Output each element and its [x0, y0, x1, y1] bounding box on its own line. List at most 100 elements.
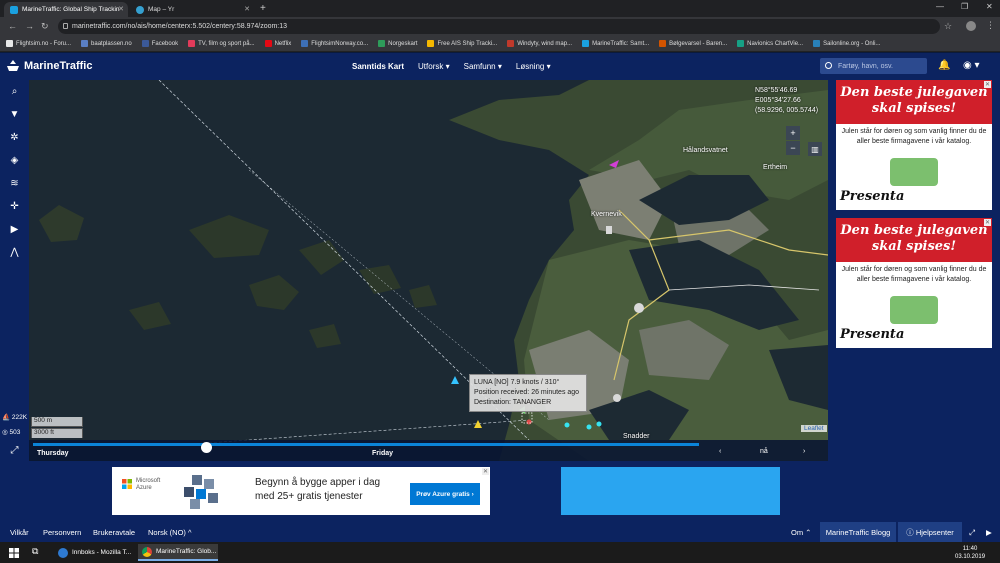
play-icon[interactable]: ▶: [986, 528, 992, 537]
taskbar-chrome[interactable]: MarineTraffic: Glob...: [138, 544, 218, 561]
footer-help-button[interactable]: ⓘ Hjelpsenter: [898, 522, 962, 542]
footer-about-menu[interactable]: Om ⌃: [791, 528, 811, 537]
bookmark-item[interactable]: Norgeskart: [378, 40, 417, 47]
lighthouse-icon[interactable]: [606, 226, 612, 234]
route-icon[interactable]: ⋀: [0, 241, 29, 263]
scale-metric: 500 m: [31, 417, 83, 427]
url-field[interactable]: marinetraffic.com/no/ais/home/centerx:5.…: [58, 19, 940, 34]
bookmarks-bar: Flightsim.no - Foru... baatplassen.no Face…: [0, 36, 1000, 52]
minimize-icon[interactable]: —: [936, 2, 944, 11]
ad-close-icon[interactable]: ✕: [481, 468, 489, 475]
bookmark-star-icon[interactable]: ☆: [944, 21, 952, 32]
weather-icon[interactable]: ≋: [0, 172, 29, 194]
vessel-marker[interactable]: [526, 419, 532, 425]
port-icon[interactable]: [634, 303, 644, 313]
forward-arrow-icon[interactable]: →: [25, 21, 34, 31]
bookmark-item[interactable]: Windyty, wind map...: [507, 40, 572, 47]
footer-blog-button[interactable]: MarineTraffic Blogg: [820, 522, 896, 542]
vessel-marker[interactable]: [596, 421, 602, 427]
vessel-extra-count: ◎ 503: [2, 429, 21, 436]
timeline-now-button[interactable]: nå: [760, 448, 768, 455]
close-tab-icon[interactable]: ✕: [244, 5, 250, 13]
reload-icon[interactable]: ↻: [41, 21, 49, 32]
place-label: Kvernevik: [591, 211, 622, 218]
fullscreen-icon[interactable]: ⤢: [0, 441, 29, 459]
vessel-search-input[interactable]: Fartøy, havn, osv.: [820, 58, 927, 74]
footer-user-agreement-link[interactable]: Brukeravtale: [93, 528, 135, 537]
filter-icon[interactable]: ▼: [0, 103, 29, 125]
windows-start-icon[interactable]: [9, 548, 19, 558]
azure-ad-text: Begynn å bygge apper i dag med 25+ grati…: [255, 477, 381, 502]
port-icon[interactable]: [613, 394, 621, 402]
system-clock[interactable]: 11:40 03.10.2019: [955, 545, 985, 561]
back-arrow-icon[interactable]: ←: [8, 21, 17, 31]
windows-taskbar: ⧉ Innboks - Mozilla T... MarineTraffic: …: [0, 542, 1000, 563]
new-tab-icon[interactable]: +: [260, 3, 266, 14]
vessel-marker[interactable]: [586, 424, 592, 430]
marinetraffic-footer: Vilkår Personvern Brukeravtale Norsk (NO…: [0, 522, 1000, 542]
tab-marinetraffic[interactable]: MarineTraffic: Global Ship Trackin ✕: [4, 2, 128, 17]
close-window-icon[interactable]: ✕: [986, 2, 993, 11]
zoom-out-button[interactable]: −: [786, 141, 800, 155]
close-tab-icon[interactable]: ✕: [118, 5, 124, 13]
tooltip-vessel-name: LUNA [NO] 7.9 knots / 310°: [474, 379, 560, 386]
timeline-slider-handle[interactable]: [201, 442, 213, 453]
timeline-next-icon[interactable]: ›: [803, 448, 805, 455]
tooltip-destination: Destination: TANANGER: [474, 399, 552, 406]
bookmark-item[interactable]: MarineTraffic: Samt...: [582, 40, 649, 47]
fleets-icon[interactable]: ✲: [0, 126, 29, 148]
zoom-in-button[interactable]: +: [786, 126, 800, 140]
coord-decimal: (58.9296, 005.5744): [755, 107, 819, 114]
bookmark-item[interactable]: baatplassen.no: [81, 40, 132, 47]
tooltip-position-age: Position received: 26 minutes ago: [474, 389, 580, 396]
bookmark-item[interactable]: FlightsimNorway.co...: [301, 40, 368, 47]
menu-dots-icon[interactable]: ⋮: [986, 20, 995, 31]
azure-cta-button[interactable]: Prøv Azure gratis ›: [410, 483, 480, 505]
vessel-marker[interactable]: [564, 422, 570, 428]
bookmark-item[interactable]: Netflix: [264, 40, 291, 47]
bookmark-item[interactable]: Flightsim.no - Foru...: [6, 40, 71, 47]
task-view-icon[interactable]: ⧉: [32, 546, 38, 557]
leaflet-attribution[interactable]: Leaflet: [801, 425, 827, 432]
search-tool-icon[interactable]: ⌕: [0, 80, 29, 102]
nav-solutions[interactable]: Løsning ▾: [516, 62, 551, 71]
share-icon[interactable]: ⤢: [969, 528, 975, 538]
nav-community[interactable]: Samfunn ▾: [464, 62, 502, 71]
footer-language-select[interactable]: Norsk (NO) ^: [148, 528, 192, 537]
map-view[interactable]: N58°55'46.69 E005°34'27.66 (58.9296, 005…: [29, 80, 828, 461]
gift-basket-image: [890, 296, 938, 324]
search-icon: [825, 62, 832, 69]
ad-close-icon[interactable]: ✕: [983, 219, 991, 226]
bookmark-item[interactable]: Sailonline.org - Onli...: [813, 40, 880, 47]
bookmark-item[interactable]: Bølgevarsel - Baren...: [659, 40, 727, 47]
tab-yr-map[interactable]: Map – Yr ✕: [130, 2, 254, 17]
bookmark-item[interactable]: Facebook: [141, 40, 178, 47]
layers-icon[interactable]: ◈: [0, 149, 29, 171]
timeline-day-label: Thursday: [37, 450, 69, 457]
footer-terms-link[interactable]: Vilkår: [10, 528, 29, 537]
maximize-icon[interactable]: ❐: [961, 2, 968, 11]
blank-ad-slot[interactable]: [561, 467, 780, 515]
profile-avatar-icon[interactable]: [966, 21, 976, 31]
bookmark-item[interactable]: Free AIS Ship Tracki...: [427, 40, 497, 47]
marinetraffic-logo[interactable]: MarineTraffic: [6, 59, 92, 73]
timeline-prev-icon[interactable]: ‹: [719, 448, 721, 455]
presenta-ad[interactable]: Den beste julegaven skal spises! Julen s…: [836, 218, 992, 348]
taskbar-thunderbird[interactable]: Innboks - Mozilla T...: [54, 544, 134, 561]
azure-ad[interactable]: Microsoft Azure Begynn å bygge apper i d…: [112, 467, 490, 515]
marinetraffic-header: MarineTraffic Sanntids Kart Utforsk ▾ Sa…: [0, 53, 1000, 80]
ad-close-icon[interactable]: ✕: [983, 81, 991, 88]
presenta-ad[interactable]: Den beste julegaven skal spises! Julen s…: [836, 80, 992, 210]
ad-column: Den beste julegaven skal spises! Julen s…: [828, 80, 1000, 461]
nav-explore[interactable]: Utforsk ▾: [418, 62, 450, 71]
nav-live-map[interactable]: Sanntids Kart: [352, 62, 404, 71]
bookmark-item[interactable]: Navionics ChartVie...: [737, 40, 803, 47]
play-track-icon[interactable]: ▶: [0, 218, 29, 240]
timeline-track[interactable]: [33, 442, 699, 453]
bookmark-item[interactable]: TV, film og sport på...: [188, 40, 255, 47]
map-book-icon[interactable]: ▥: [808, 142, 822, 156]
user-account-icon[interactable]: ◉ ▾: [963, 60, 980, 71]
notification-bell-icon[interactable]: 🔔: [938, 60, 950, 71]
measure-tool-icon[interactable]: ✛: [0, 195, 29, 217]
footer-privacy-link[interactable]: Personvern: [43, 528, 81, 537]
